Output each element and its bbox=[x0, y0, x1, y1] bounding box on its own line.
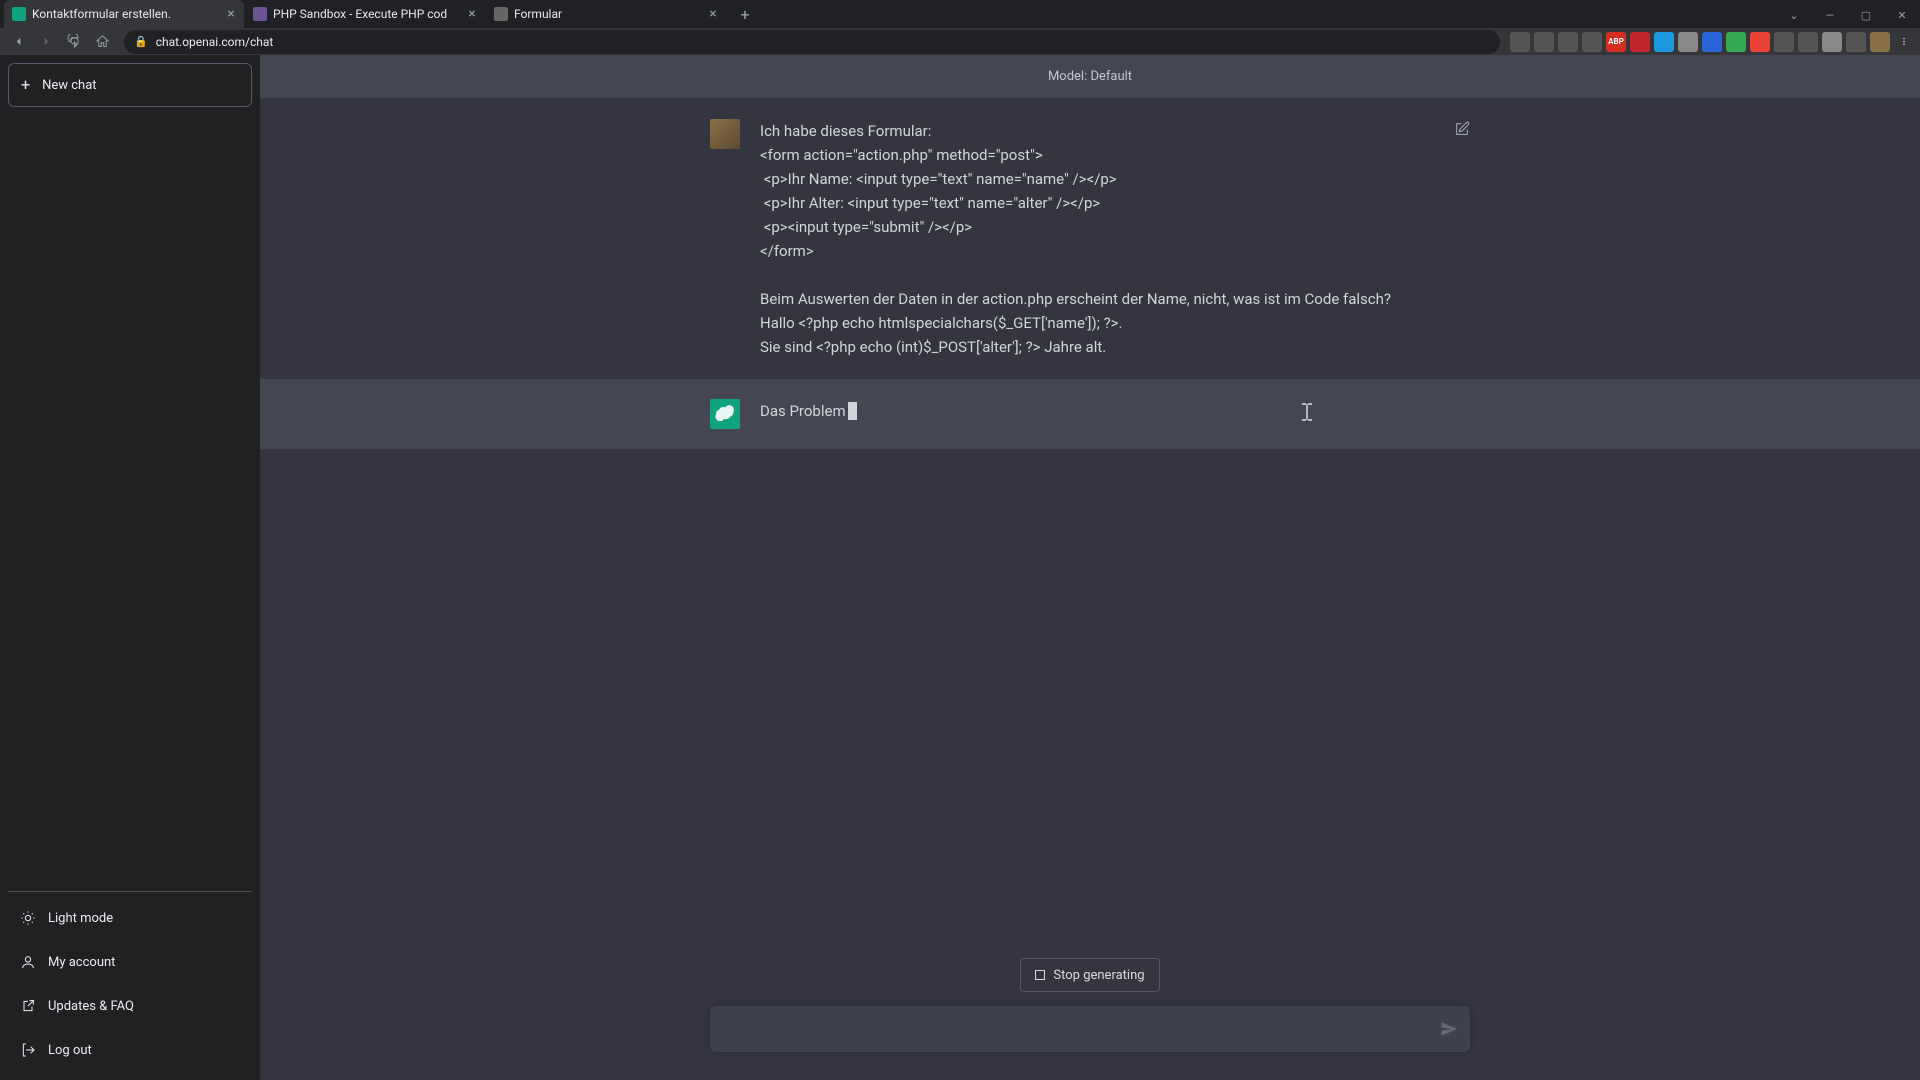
extension-icon[interactable]: ABP bbox=[1606, 32, 1626, 52]
address-row: 🔒 chat.openai.com/chat ABP ⋮ bbox=[0, 28, 1920, 55]
assistant-turn: Das Problem bbox=[260, 379, 1920, 449]
extension-icon[interactable] bbox=[1726, 32, 1746, 52]
dropdown-icon[interactable]: ⌄ bbox=[1776, 0, 1812, 30]
extension-icon[interactable] bbox=[1654, 32, 1674, 52]
favicon-icon bbox=[253, 7, 267, 21]
sidebar-item-user[interactable]: My account bbox=[8, 940, 252, 984]
app-root: + New chat Light mode My account Updates &… bbox=[0, 55, 1920, 1080]
sidebar-item-external[interactable]: Updates & FAQ bbox=[8, 984, 252, 1028]
user-message: Ich habe dieses Formular: <form action="… bbox=[760, 119, 1470, 359]
tab-title: Kontaktformular erstellen. bbox=[32, 7, 218, 21]
extension-icon[interactable]: ⋮ bbox=[1894, 32, 1914, 52]
close-window-button[interactable]: ✕ bbox=[1884, 0, 1920, 30]
close-icon[interactable]: × bbox=[706, 7, 720, 21]
favicon-icon bbox=[12, 7, 26, 21]
user-avatar bbox=[710, 119, 740, 149]
lock-icon: 🔒 bbox=[134, 35, 148, 48]
sidebar-spacer bbox=[8, 107, 252, 891]
stop-generating-button[interactable]: Stop generating bbox=[1020, 958, 1159, 992]
assistant-avatar bbox=[710, 399, 740, 429]
extension-icon[interactable] bbox=[1750, 32, 1770, 52]
extension-icon[interactable] bbox=[1774, 32, 1794, 52]
back-button[interactable] bbox=[6, 30, 30, 54]
extension-icon[interactable] bbox=[1630, 32, 1650, 52]
sidebar-item-label: Updates & FAQ bbox=[48, 999, 134, 1014]
conversation: Ich habe dieses Formular: <form action="… bbox=[260, 99, 1920, 1080]
model-header: Model: Default bbox=[260, 55, 1920, 99]
external-icon bbox=[20, 998, 36, 1014]
close-icon[interactable]: × bbox=[465, 7, 479, 21]
message-input-box[interactable] bbox=[710, 1006, 1470, 1052]
sidebar-item-logout[interactable]: Log out bbox=[8, 1028, 252, 1072]
reload-button[interactable] bbox=[62, 30, 86, 54]
extension-icon[interactable] bbox=[1582, 32, 1602, 52]
stop-icon bbox=[1035, 970, 1045, 980]
close-icon[interactable]: × bbox=[224, 7, 238, 21]
user-icon bbox=[20, 954, 36, 970]
forward-button[interactable] bbox=[34, 30, 58, 54]
maximize-button[interactable]: ▢ bbox=[1848, 0, 1884, 30]
tab-strip: Kontaktformular erstellen. × PHP Sandbox… bbox=[0, 0, 1920, 28]
typing-cursor-icon bbox=[848, 402, 857, 420]
sun-icon bbox=[20, 910, 36, 926]
user-turn: Ich habe dieses Formular: <form action="… bbox=[260, 99, 1920, 379]
tab-title: PHP Sandbox - Execute PHP cod bbox=[273, 7, 459, 21]
sidebar-footer: Light mode My account Updates & FAQ Log out bbox=[8, 891, 252, 1072]
plus-icon: + bbox=[21, 77, 30, 93]
message-input[interactable] bbox=[722, 1006, 1440, 1052]
extension-icon[interactable] bbox=[1678, 32, 1698, 52]
extension-icon[interactable] bbox=[1822, 32, 1842, 52]
browser-tab[interactable]: Formular × bbox=[486, 0, 726, 28]
edit-icon[interactable] bbox=[1454, 121, 1470, 141]
model-label: Model: Default bbox=[1048, 69, 1132, 84]
send-icon[interactable] bbox=[1440, 1020, 1458, 1038]
extension-icons: ABP ⋮ bbox=[1510, 32, 1914, 52]
stop-label: Stop generating bbox=[1053, 968, 1144, 983]
extension-icon[interactable] bbox=[1702, 32, 1722, 52]
browser-tab[interactable]: Kontaktformular erstellen. × bbox=[4, 0, 244, 28]
sidebar-item-label: My account bbox=[48, 955, 115, 970]
url-text: chat.openai.com/chat bbox=[156, 35, 274, 49]
new-chat-label: New chat bbox=[42, 78, 96, 93]
window-controls: ⌄ — ▢ ✕ bbox=[1776, 0, 1920, 30]
minimize-button[interactable]: — bbox=[1812, 0, 1848, 30]
browser-tab[interactable]: PHP Sandbox - Execute PHP cod × bbox=[245, 0, 485, 28]
extension-icon[interactable] bbox=[1534, 32, 1554, 52]
tab-title: Formular bbox=[514, 7, 700, 21]
sidebar-item-sun[interactable]: Light mode bbox=[8, 896, 252, 940]
logout-icon bbox=[20, 1042, 36, 1058]
favicon-icon bbox=[494, 7, 508, 21]
browser-chrome: Kontaktformular erstellen. × PHP Sandbox… bbox=[0, 0, 1920, 55]
sidebar-item-label: Light mode bbox=[48, 911, 113, 926]
assistant-partial-text: Das Problem bbox=[760, 402, 846, 420]
new-chat-button[interactable]: + New chat bbox=[8, 63, 252, 107]
extension-icon[interactable] bbox=[1846, 32, 1866, 52]
extension-icon[interactable] bbox=[1870, 32, 1890, 52]
assistant-message: Das Problem bbox=[760, 399, 1470, 429]
new-tab-button[interactable]: + bbox=[733, 2, 757, 26]
sidebar-item-label: Log out bbox=[48, 1043, 92, 1058]
extension-icon[interactable] bbox=[1798, 32, 1818, 52]
home-button[interactable] bbox=[90, 30, 114, 54]
bottom-area: Stop generating bbox=[260, 946, 1920, 1080]
extension-icon[interactable] bbox=[1510, 32, 1530, 52]
main-content: Model: Default Ich habe dieses Formular:… bbox=[260, 55, 1920, 1080]
sidebar: + New chat Light mode My account Updates &… bbox=[0, 55, 260, 1080]
address-bar[interactable]: 🔒 chat.openai.com/chat bbox=[124, 30, 1500, 54]
extension-icon[interactable] bbox=[1558, 32, 1578, 52]
